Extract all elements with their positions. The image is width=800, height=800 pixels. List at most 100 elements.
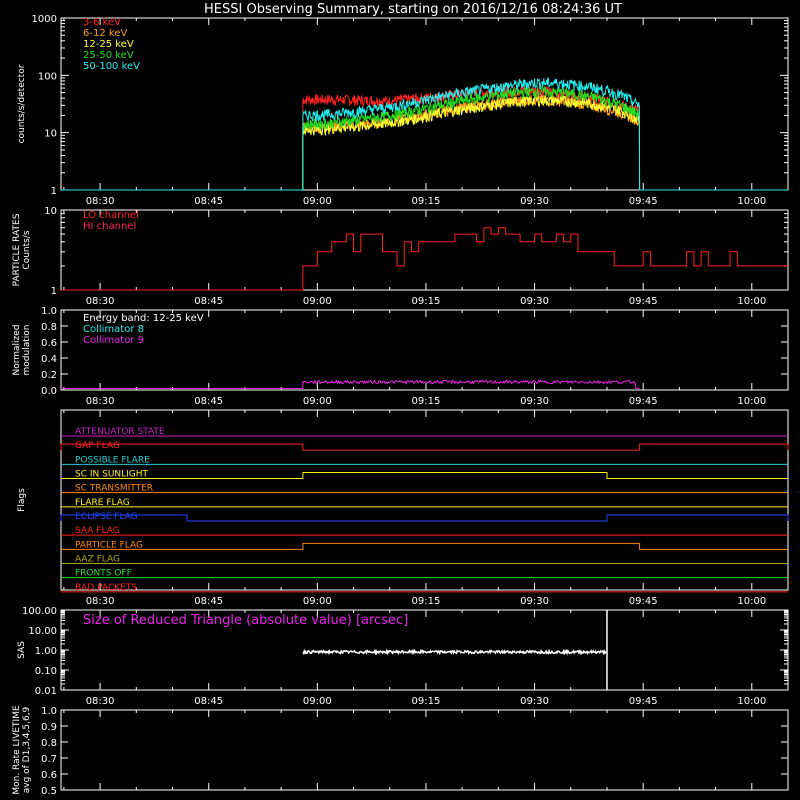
count-rates-ytick-label: 100: [38, 71, 57, 82]
sas-xtick-label: 09:00: [303, 696, 332, 707]
flag-label: SC TRANSMITTER: [75, 484, 153, 494]
flags-ylabel: Flags: [17, 488, 27, 512]
modulation-series-line: [61, 379, 640, 389]
modulation-xtick-label: 09:45: [629, 396, 658, 407]
modulation-axes: 08:30 08:45 09:00 09:15 09:30 09:45 10:00: [60, 309, 789, 407]
sas-xtick-label: 09:30: [520, 696, 549, 707]
modulation-ytick-label: 0.2: [41, 370, 57, 381]
count-rates-xtick-label: 10:00: [737, 196, 766, 207]
particle-rates-xtick-label: 09:45: [629, 296, 658, 307]
particle-rates-ytick-label: 1: [51, 286, 57, 297]
count-rates-xtick-label: 09:45: [629, 196, 658, 207]
flag-label: FRONTS OFF: [75, 569, 132, 579]
count-rates-series-line: [61, 77, 788, 191]
modulation-xtick-label: 09:30: [520, 396, 549, 407]
flag-line: [61, 542, 788, 550]
flag-label: POSSIBLE FLARE: [75, 455, 150, 465]
modulation-ylabel: Normalized: [12, 324, 22, 375]
flag-label: ECLIPSE FLAG: [75, 512, 138, 522]
modulation-ytick-label: 0.8: [41, 322, 57, 333]
flag-label: SC IN SUNLIGHT: [75, 470, 149, 480]
particle-rates-xtick-label: 08:30: [86, 296, 115, 307]
modulation-xtick-label: 09:15: [412, 396, 441, 407]
modulation-ytick-label: 1.0: [41, 306, 57, 317]
particle-rates-xtick-label: 09:15: [412, 296, 441, 307]
count-rates-legend-item: 12-25 keV: [83, 39, 134, 50]
hessi-summary-figure: HESSI Observing Summary, starting on 201…: [12, 2, 789, 797]
livetime-ytick-label: 0.8: [41, 738, 57, 749]
particle-rates-xtick-label: 08:45: [194, 296, 223, 307]
livetime-axes: [60, 709, 789, 791]
sas-xtick-label: 09:15: [412, 696, 441, 707]
sas-ytick-label: 0.10: [35, 666, 57, 677]
particle-rates-legend-item: LO channel: [83, 210, 139, 221]
sas-ytick-label: 100.00: [22, 606, 57, 617]
modulation-annotation: Energy band: 12-25 keV: [83, 313, 204, 324]
flags-xtick-label: 09:45: [629, 596, 658, 607]
count-rates-xtick-label: 09:00: [303, 196, 332, 207]
particle-rates-xtick-label: 09:30: [520, 296, 549, 307]
modulation-ytick-label: 0.6: [41, 338, 57, 349]
flag-label: PARTICLE FLAG: [75, 540, 143, 550]
flags-xtick-label: 08:45: [194, 596, 223, 607]
flag-label: AAZ FLAG: [75, 555, 120, 565]
flags-xtick-label: 09:30: [520, 596, 549, 607]
flag-label: GAP FLAG: [75, 441, 120, 451]
sas-xtick-label: 10:00: [737, 696, 766, 707]
count-rates-xtick-label: 08:30: [86, 196, 115, 207]
modulation-xtick-label: 09:00: [303, 396, 332, 407]
count-rates-frame: [60, 17, 789, 191]
flag-line: [61, 472, 788, 479]
sas-annotation: Size of Reduced Triangle (absolute value…: [83, 613, 408, 628]
count-rates-ytick-label: 1000: [32, 14, 57, 25]
livetime-ytick-label: 0.6: [41, 770, 57, 781]
flags-xtick-label: 09:00: [303, 596, 332, 607]
particle-rates-frame: [60, 209, 789, 291]
modulation-ylabel: modulation: [22, 325, 32, 376]
flag-label: ATTENUATOR STATE: [75, 427, 165, 437]
count-rates-ytick-label: 1: [51, 186, 57, 197]
particle-rates-legend-item: HI channel: [83, 221, 136, 232]
modulation-ytick-label: 0.0: [41, 386, 57, 397]
flags-xtick-label: 08:30: [86, 596, 115, 607]
sas-series-line: [302, 648, 607, 656]
flag-line: [60, 514, 789, 522]
count-rates-xtick-label: 09:15: [412, 196, 441, 207]
sas-ytick-label: 10.00: [28, 626, 57, 637]
flag-line: [60, 443, 789, 451]
modulation-xtick-label: 08:45: [194, 396, 223, 407]
count-rates-ytick-label: 10: [44, 129, 57, 140]
sas-xtick-label: 08:30: [86, 696, 115, 707]
flags-xtick-label: 09:15: [412, 596, 441, 607]
sas-ytick-label: 0.01: [35, 686, 57, 697]
modulation-legend-item: Collimator 8: [83, 324, 144, 335]
livetime-frame: [60, 709, 789, 791]
count-rates-legend-item: 3-6 keV: [83, 17, 121, 28]
count-rates-series-line: [61, 85, 788, 191]
figure-title: HESSI Observing Summary, starting on 201…: [204, 2, 622, 17]
modulation-ytick-label: 0.4: [41, 354, 57, 365]
sas-ylabel: SAS: [17, 641, 27, 659]
sas-ytick-label: 1.00: [35, 646, 57, 657]
particle-rates-xtick-label: 10:00: [737, 296, 766, 307]
count-rates-ylabel: counts/s/detector: [17, 64, 27, 143]
livetime-ytick-label: 1.0: [41, 706, 57, 717]
count-rates-legend-item: 50-100 keV: [83, 61, 140, 72]
count-rates-legend-item: 25-50 keV: [83, 50, 134, 61]
particle-rates-xtick-label: 09:00: [303, 296, 332, 307]
modulation-xtick-label: 10:00: [737, 396, 766, 407]
plots-container: 08:30 08:45 09:00 09:15 09:30 09:45 10:00 count…: [12, 14, 789, 797]
livetime-ylabel: avg of D1,3,4,5,6,9: [22, 706, 32, 793]
livetime-ytick-label: 0.9: [41, 722, 57, 733]
count-rates-legend-item: 6-12 keV: [83, 28, 127, 39]
flag-label: FLARE FLAG: [75, 498, 130, 508]
count-rates-series-line: [61, 85, 788, 191]
livetime-ytick-label: 0.7: [41, 754, 57, 765]
sas-xtick-label: 08:45: [194, 696, 223, 707]
flag-label: SAA FLAG: [75, 526, 120, 536]
modulation-xtick-label: 08:30: [86, 396, 115, 407]
flag-label: BAD PACKETS: [75, 583, 137, 593]
sas-xtick-label: 09:45: [629, 696, 658, 707]
count-rates-xtick-label: 08:45: [194, 196, 223, 207]
particle-rates-ylabel: Counts/s: [22, 230, 32, 269]
